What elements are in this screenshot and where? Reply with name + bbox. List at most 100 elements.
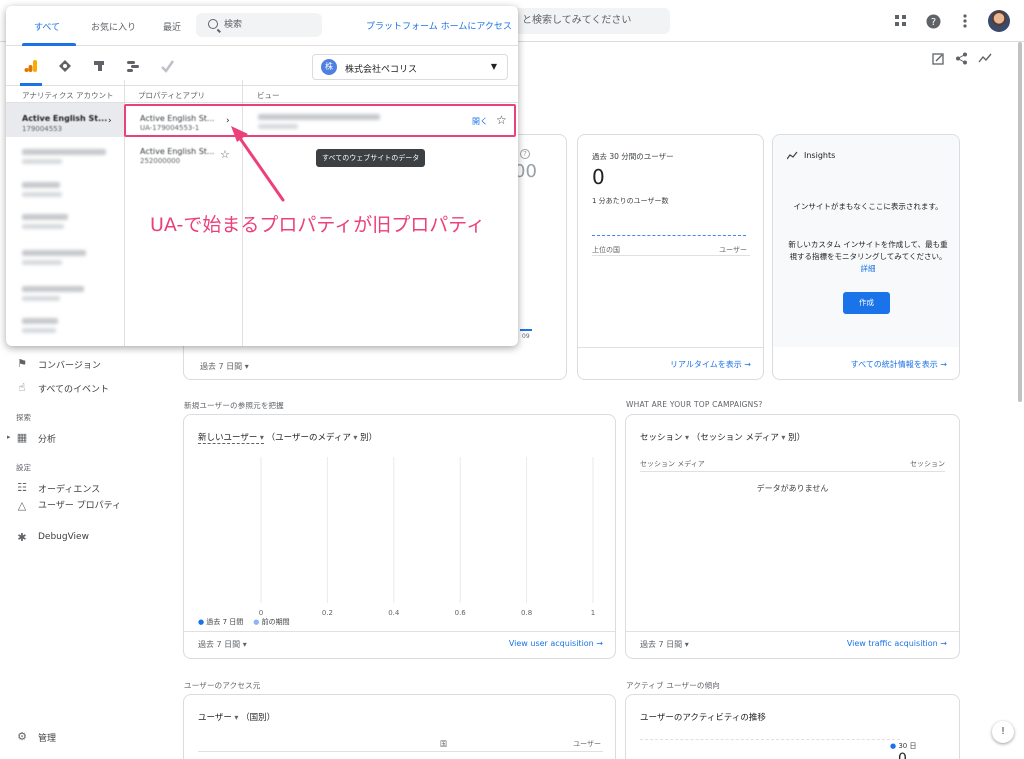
share-icon[interactable] <box>955 52 968 69</box>
nav-item-admin[interactable]: ⚙ 管理 <box>16 730 56 745</box>
flag-icon: ⚑ <box>17 357 27 370</box>
active-product-indicator <box>20 83 42 86</box>
shapes-icon: △ <box>17 499 27 512</box>
realtime-sparkline <box>592 235 746 236</box>
campaigns-section-title: WHAT ARE YOUR TOP CAMPAIGNS? <box>626 400 763 409</box>
edit-report-icon[interactable] <box>932 52 945 69</box>
nav-label: 分析 <box>38 435 57 445</box>
view-traffic-acquisition-link[interactable]: View traffic acquisition → <box>847 639 947 648</box>
nav-item-audiences[interactable]: ☷ オーディエンス <box>16 482 100 496</box>
help-icon[interactable]: ? <box>924 12 942 30</box>
nav-item-conversions[interactable]: ⚑ コンバージョン <box>16 357 101 372</box>
view-user-acquisition-link[interactable]: View user acquisition → <box>509 639 603 648</box>
col-header-accounts: アナリティクス アカウント <box>22 91 114 100</box>
x-tick-label: 0.2 <box>322 609 333 617</box>
acquisition-section-title: 新規ユーザーの参照元を把握 <box>184 401 284 410</box>
col-header-properties: プロパティとアプリ <box>138 91 206 100</box>
dimension-label: （国別） <box>241 713 276 723</box>
help-outline-icon[interactable]: ? <box>520 149 530 159</box>
x-tick-label: 0 <box>259 609 263 617</box>
bug-icon: ✱ <box>17 531 27 544</box>
empty-state: データがありません <box>756 484 829 493</box>
col-sessions: セッション <box>910 460 945 468</box>
account-item[interactable] <box>22 182 60 188</box>
legend-item: ● 30 日 <box>890 742 917 750</box>
account-item[interactable] <box>22 214 68 220</box>
insights-trend-icon[interactable] <box>978 52 992 69</box>
account-item[interactable] <box>22 149 106 155</box>
nav-label: DebugView <box>38 532 89 542</box>
optimize-icon[interactable] <box>92 59 106 76</box>
organization-select[interactable]: 株 株式会社ペコリス ▼ <box>312 54 508 80</box>
tab-all[interactable]: すべて <box>34 20 60 33</box>
dimension-select[interactable]: （セッション メディア <box>692 433 786 443</box>
insights-message: インサイトがまもなくここに表示されます。 <box>793 202 943 211</box>
dimension-suffix: 別） <box>788 433 806 443</box>
analytics-icon[interactable] <box>24 59 38 76</box>
nav-item-analysis[interactable]: ▦ 分析 <box>16 432 57 446</box>
realtime-card: 過去 30 分間のユーザー 0 1 分あたりのユーザー数 上位の国 ユーザー リ… <box>577 134 764 380</box>
activity-title: ユーザーのアクティビティの推移 <box>640 713 766 723</box>
expand-arrow-icon[interactable]: ▸ <box>7 433 11 441</box>
nav-label: ユーザー プロパティ <box>38 501 122 511</box>
page-scrollbar[interactable] <box>1018 42 1022 402</box>
tag-manager-icon[interactable] <box>58 59 72 76</box>
caret-down-icon: ▼ <box>490 62 497 71</box>
insights-detail-link[interactable]: 詳細 <box>861 264 876 273</box>
nav-section-explore: 探索 <box>16 413 31 422</box>
period-select[interactable]: 過去 7 日間 <box>640 639 689 650</box>
acquisition-chart: 0 0.2 0.4 0.6 0.8 1 <box>259 457 595 617</box>
account-item[interactable] <box>22 318 58 324</box>
realtime-link[interactable]: リアルタイムを表示 → <box>670 359 751 370</box>
tab-favorites[interactable]: お気に入り <box>91 20 136 33</box>
activity-section-title: アクティブ ユーザーの傾向 <box>626 681 721 690</box>
nav-label: すべてのイベント <box>38 385 110 395</box>
realtime-title: 過去 30 分間のユーザー <box>592 152 674 161</box>
apps-grid-icon[interactable] <box>892 12 910 30</box>
col-session-medium: セッション メディア <box>640 460 705 468</box>
legend-item: ● 前の期間 <box>253 618 290 626</box>
nav-item-user-properties[interactable]: △ ユーザー プロパティ <box>16 500 126 513</box>
user-acquisition-card: 新しいユーザー （ユーザーのメディア 別） 0 0.2 0.4 0.6 0.8 1 ● 過… <box>183 414 616 659</box>
chevron-right-icon: › <box>108 116 112 126</box>
account-item[interactable] <box>22 286 84 292</box>
metric-select[interactable]: セッション <box>640 433 689 443</box>
product-row: 株 株式会社ペコリス ▼ <box>6 46 518 86</box>
account-avatar[interactable] <box>988 10 1010 32</box>
gear-icon: ⚙ <box>17 730 27 743</box>
metric-select[interactable]: 新しいユーザー <box>198 433 264 444</box>
platform-home-link[interactable]: プラットフォーム ホームにアクセス <box>366 19 512 32</box>
x-tick-label: 0.8 <box>521 609 532 617</box>
data-studio-icon[interactable] <box>126 59 140 76</box>
account-name: Active English St... <box>22 114 108 123</box>
more-vert-icon[interactable] <box>956 12 974 30</box>
arrow-right-icon: → <box>940 639 947 648</box>
property-id: 252000000 <box>140 157 181 165</box>
tab-recent[interactable]: 最近 <box>163 20 181 33</box>
create-insight-button[interactable]: 作成 <box>843 292 890 314</box>
metric-select[interactable]: ユーザー <box>198 713 238 723</box>
x-tick-label: 0.6 <box>455 609 467 617</box>
period-select[interactable]: 過去 7 日間 <box>200 361 249 372</box>
surveys-check-icon[interactable] <box>160 59 175 76</box>
col-users: ユーザー <box>573 740 601 748</box>
arrow-right-icon: → <box>940 360 947 369</box>
insights-help-text: 新しいカスタム インサイトを作成して、最も重視する指標をモニタリングしてみてくだ… <box>788 240 948 273</box>
col-country: 上位の国 <box>592 246 620 254</box>
campaigns-card: セッション （セッション メディア 別） セッション メディア セッション デー… <box>625 414 960 659</box>
feedback-icon[interactable]: ! <box>992 721 1014 743</box>
nav-section-settings: 設定 <box>16 463 31 472</box>
insights-title: Insights <box>804 151 836 160</box>
nav-item-all-events[interactable]: ☝ すべてのイベント <box>16 382 110 396</box>
annotation-text: UA-で始まるプロパティが旧プロパティ <box>150 214 486 236</box>
period-select[interactable]: 過去 7 日間 <box>198 639 247 650</box>
legend-item: ● 過去 7 日間 <box>198 618 244 626</box>
property-name[interactable]: Active English St... <box>140 147 215 156</box>
user-activity-card: ユーザーのアクティビティの推移 ● 30 日 0 <box>625 694 960 759</box>
nav-item-debugview[interactable]: ✱ DebugView <box>16 532 89 544</box>
dimension-select[interactable]: （ユーザーのメディア <box>267 433 358 443</box>
insights-footer-link[interactable]: すべての統計情報を表示 → <box>851 359 947 370</box>
chart-legend: ● 過去 7 日間 ● 前の期間 <box>198 617 290 627</box>
account-item[interactable] <box>22 250 86 256</box>
col-users: ユーザー <box>719 246 747 254</box>
